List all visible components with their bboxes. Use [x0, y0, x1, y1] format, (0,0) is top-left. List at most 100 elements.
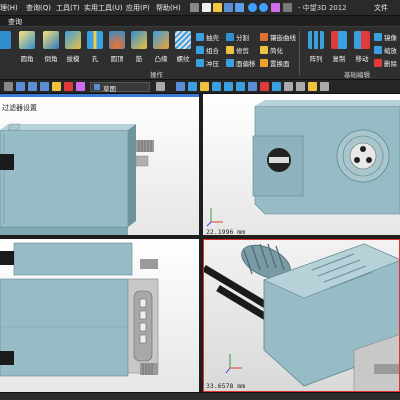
- ribbon-partial-button[interactable]: [0, 31, 14, 49]
- open-folder-icon[interactable]: [213, 3, 222, 12]
- save-icon[interactable]: [224, 3, 233, 12]
- replace-face-label: 置换面: [270, 60, 290, 68]
- zoom-icon[interactable]: [212, 82, 221, 91]
- filter-icon[interactable]: [28, 82, 37, 91]
- shaded-icon[interactable]: [200, 82, 209, 91]
- copy-label: 复制: [332, 55, 346, 63]
- section-icon[interactable]: [260, 82, 269, 91]
- scale-label: 缩放: [384, 47, 397, 55]
- dome-button[interactable]: 圆顶: [106, 31, 128, 63]
- light-icon[interactable]: [308, 82, 317, 91]
- viewport-bottom-left[interactable]: [0, 239, 201, 392]
- menu-utilities[interactable]: 实用工具(U): [84, 3, 123, 13]
- mirror-label: 镜像: [384, 34, 397, 42]
- menu-tools[interactable]: 工具(T): [56, 3, 80, 13]
- partial-icon: [0, 31, 11, 49]
- pan-icon[interactable]: [224, 82, 233, 91]
- scale-readout-bottom-right: 33.6578 mm: [206, 382, 246, 390]
- thread-button[interactable]: 螺纹: [172, 31, 194, 63]
- pattern-button[interactable]: 阵列: [305, 31, 327, 63]
- delete-label: 删除: [384, 60, 397, 68]
- trim-button[interactable]: 修剪: [226, 45, 249, 55]
- scale-button[interactable]: 缩放: [374, 45, 397, 55]
- model-bottom-right: [204, 243, 399, 391]
- combine-button[interactable]: 组合: [196, 45, 219, 55]
- toolbar-separator-icon: [190, 3, 199, 12]
- stamp-button[interactable]: 冲压: [196, 58, 219, 68]
- copy-icon: [331, 31, 347, 49]
- curve-icon[interactable]: [76, 82, 85, 91]
- rotate-icon[interactable]: [236, 82, 245, 91]
- menu-file[interactable]: 文件: [374, 3, 388, 13]
- pick-icon[interactable]: [40, 82, 49, 91]
- menu-help[interactable]: 帮助(H): [156, 3, 181, 13]
- simplify-button[interactable]: 简化: [260, 45, 283, 55]
- more-icon[interactable]: [320, 82, 329, 91]
- group-base-edit-label: 基础编辑: [344, 71, 370, 79]
- redo-icon[interactable]: [259, 3, 268, 12]
- replace-face-button[interactable]: 置换面: [260, 58, 290, 68]
- grid-icon[interactable]: [296, 82, 305, 91]
- shell-button[interactable]: 抽壳: [196, 32, 219, 42]
- new-file-icon[interactable]: [202, 3, 211, 12]
- app-title: - 中望3D 2012: [298, 4, 347, 12]
- point-icon[interactable]: [64, 82, 73, 91]
- combine-icon: [196, 46, 204, 54]
- display-icon[interactable]: [272, 82, 281, 91]
- view-icon: [94, 84, 100, 90]
- inlay-curve-button[interactable]: 镶嵌曲线: [260, 32, 296, 42]
- move-icon: [354, 31, 370, 49]
- ribbon: 圆角 倒角 拔模 孔 圆顶 筋 凸缘 螺纹 抽壳 分割 镶嵌曲线 组合 修剪 简…: [0, 26, 400, 80]
- hole-label: 孔: [91, 55, 99, 63]
- view-option-icon[interactable]: [156, 82, 165, 91]
- render-icon[interactable]: [176, 82, 185, 91]
- layer-icon[interactable]: [284, 82, 293, 91]
- delete-button[interactable]: 删除: [374, 58, 397, 68]
- view-toolbar: 草图: [0, 80, 400, 94]
- chamfer-label: 倒角: [44, 55, 58, 63]
- rib-button[interactable]: 筋: [128, 31, 150, 63]
- simplify-label: 简化: [270, 47, 283, 55]
- fillet-button[interactable]: 圆角: [16, 31, 38, 63]
- hole-button[interactable]: 孔: [84, 31, 106, 63]
- undo-icon[interactable]: [248, 3, 257, 12]
- mirror-icon: [374, 33, 382, 41]
- save-as-icon[interactable]: [235, 3, 244, 12]
- move-label: 移动: [355, 55, 369, 63]
- split-button[interactable]: 分割: [226, 32, 249, 42]
- sketch-icon[interactable]: [52, 82, 61, 91]
- select-filter-icon[interactable]: [16, 82, 25, 91]
- viewport-top-left[interactable]: 过滤器设置: [0, 94, 201, 237]
- viewport-top-right[interactable]: 22.1996 mm: [203, 94, 400, 237]
- thread-icon: [175, 31, 191, 49]
- delete-icon: [374, 59, 382, 67]
- model-top-right: [206, 100, 400, 227]
- hole-icon: [87, 31, 103, 49]
- fillet-label: 圆角: [20, 55, 34, 63]
- pattern-icon: [308, 31, 324, 49]
- fillet-icon: [19, 31, 35, 49]
- copy-button[interactable]: 复制: [328, 31, 350, 63]
- draft-icon: [65, 31, 81, 49]
- draft-button[interactable]: 拔模: [62, 31, 84, 63]
- menu-query[interactable]: 查询(Q): [26, 3, 51, 13]
- dropdown-icon[interactable]: [283, 3, 292, 12]
- simplify-icon: [260, 46, 268, 54]
- lip-button[interactable]: 凸缘: [150, 31, 172, 63]
- viewport-bottom-right[interactable]: 33.6578 mm: [203, 239, 400, 392]
- lip-icon: [153, 31, 169, 49]
- view-dropdown[interactable]: 草图: [90, 82, 150, 93]
- chamfer-button[interactable]: 倒角: [40, 31, 62, 63]
- quick-tool-icon[interactable]: [271, 3, 280, 12]
- fit-view-icon[interactable]: [248, 82, 257, 91]
- mirror-button[interactable]: 镜像: [374, 32, 397, 42]
- ribbon-tab-row: 查询: [0, 16, 400, 26]
- stamp-icon: [196, 59, 204, 67]
- menu-partial[interactable]: 理(H): [0, 3, 18, 13]
- menu-applications[interactable]: 应用(P): [126, 3, 150, 13]
- status-bar: [0, 392, 400, 400]
- shell-label: 抽壳: [206, 34, 219, 42]
- face-offset-button[interactable]: 面偏移: [226, 58, 256, 68]
- move-button[interactable]: 移动: [351, 31, 373, 63]
- wireframe-icon[interactable]: [188, 82, 197, 91]
